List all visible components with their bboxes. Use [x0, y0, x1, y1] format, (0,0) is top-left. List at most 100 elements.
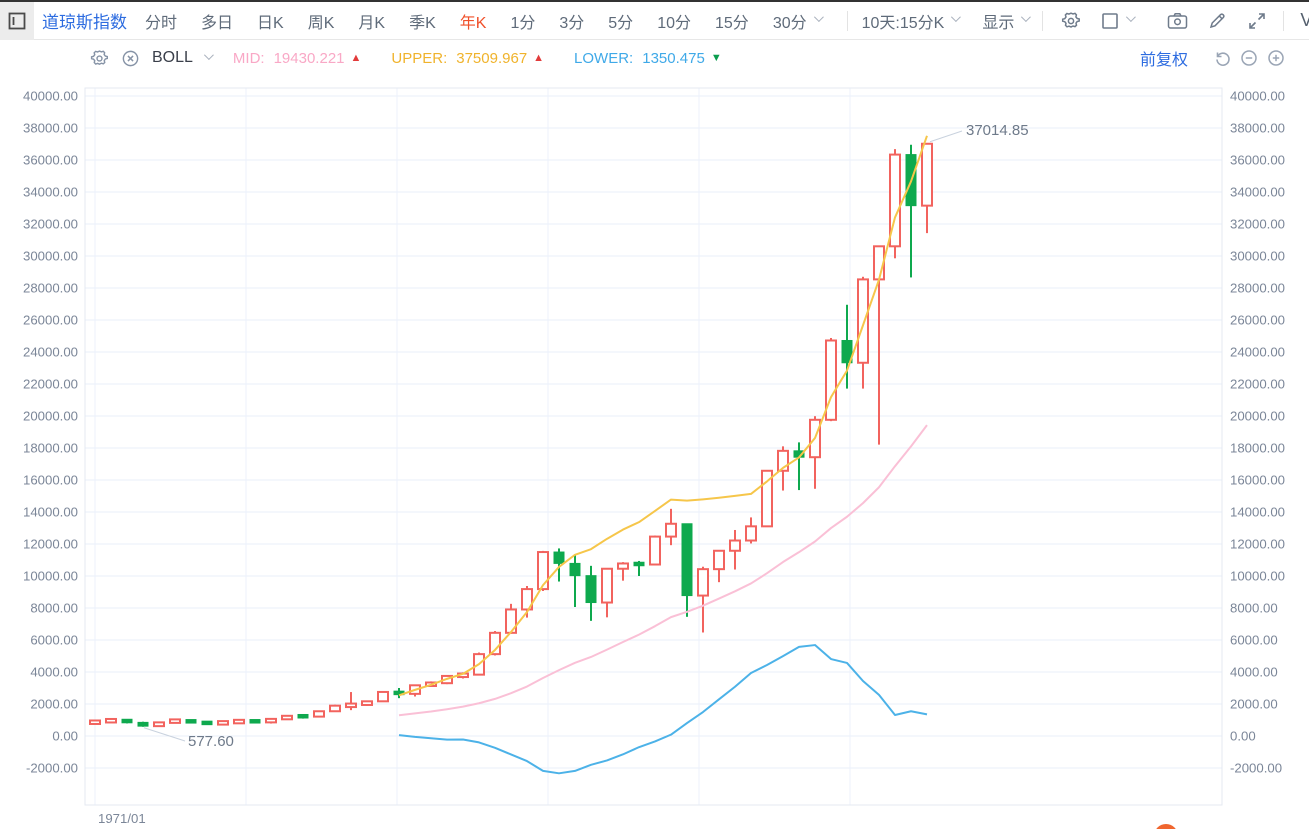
toolbar-divider — [847, 11, 848, 31]
vs-compare-button[interactable]: VS — [1300, 10, 1309, 31]
tab-多日[interactable]: 多日 — [201, 9, 233, 33]
svg-text:16000.00: 16000.00 — [23, 473, 78, 488]
tab-1分[interactable]: 1分 — [510, 9, 535, 33]
svg-text:34000.00: 34000.00 — [23, 185, 78, 200]
candle-1980[interactable] — [234, 720, 244, 724]
candle-1988[interactable] — [362, 701, 372, 706]
toolbar-tools: VS — [1061, 10, 1309, 31]
chevron-down-icon[interactable] — [204, 50, 214, 60]
candle-2006[interactable] — [650, 536, 660, 566]
candle-2023[interactable] — [922, 144, 932, 233]
svg-text:32000.00: 32000.00 — [23, 217, 78, 232]
candle-1974[interactable] — [138, 722, 148, 727]
svg-text:10000.00: 10000.00 — [23, 569, 78, 584]
svg-text:-2000.00: -2000.00 — [26, 761, 78, 776]
tab-分时[interactable]: 分时 — [145, 9, 177, 33]
candle-1972[interactable] — [106, 719, 116, 723]
candle-1977[interactable] — [186, 720, 196, 724]
pencil-icon[interactable] — [1208, 11, 1227, 30]
h-gridlines — [85, 96, 1222, 768]
settings-icon[interactable] — [1061, 11, 1081, 31]
svg-text:38000.00: 38000.00 — [23, 121, 78, 136]
candle-1986[interactable] — [330, 705, 340, 712]
tab-10分[interactable]: 10分 — [657, 9, 691, 33]
floating-logo[interactable] — [1154, 824, 1178, 829]
candle-1983[interactable] — [282, 716, 292, 720]
indicator-remove-icon[interactable] — [121, 49, 140, 68]
svg-text:38000.00: 38000.00 — [1230, 121, 1285, 136]
candle-1979[interactable] — [218, 721, 228, 725]
symbol-name[interactable]: 道琼斯指数 — [42, 8, 127, 33]
triangle-up-icon: ▲ — [533, 52, 544, 64]
svg-text:32000.00: 32000.00 — [1230, 217, 1285, 232]
svg-text:36000.00: 36000.00 — [1230, 153, 1285, 168]
high-annotation: 37014.85 — [966, 122, 1029, 139]
candle-1982[interactable] — [266, 719, 276, 724]
candle-1978[interactable] — [202, 721, 212, 725]
candle-2022[interactable] — [906, 145, 916, 278]
candle-1981[interactable] — [250, 720, 260, 724]
svg-text:4000.00: 4000.00 — [30, 665, 78, 680]
candle-2007[interactable] — [666, 509, 676, 545]
svg-text:18000.00: 18000.00 — [23, 441, 78, 456]
candle-1984[interactable] — [298, 714, 308, 718]
tab-multi-day-k[interactable]: 10天:15分K — [862, 9, 959, 33]
tab-季K[interactable]: 季K — [409, 9, 436, 33]
fullscreen-icon[interactable] — [1247, 11, 1267, 31]
svg-text:34000.00: 34000.00 — [1230, 185, 1285, 200]
svg-text:28000.00: 28000.00 — [1230, 281, 1285, 296]
candle-2002[interactable] — [586, 566, 596, 621]
candle-1985[interactable] — [314, 711, 324, 716]
candle-1987[interactable] — [346, 692, 356, 710]
candle-2011[interactable] — [730, 530, 740, 570]
candle-2015[interactable] — [794, 442, 804, 490]
candle-2003[interactable] — [602, 569, 612, 618]
low-annotation: 577.60 — [188, 733, 234, 750]
indicator-name[interactable]: BOLL — [152, 49, 193, 67]
boll-field-0: MID:19430.221▲ — [233, 50, 361, 67]
candle-1973[interactable] — [122, 719, 132, 723]
tab-15分[interactable]: 15分 — [715, 9, 749, 33]
tab-5分[interactable]: 5分 — [608, 9, 633, 33]
candle-2001[interactable] — [570, 555, 580, 607]
tab-3分[interactable]: 3分 — [559, 9, 584, 33]
sidebar-toggle-icon[interactable] — [0, 2, 34, 40]
toolbar-divider — [1042, 11, 1043, 31]
tab-年K[interactable]: 年K — [460, 9, 487, 33]
candles — [90, 144, 932, 727]
chevron-down-icon — [951, 12, 961, 22]
svg-text:30000.00: 30000.00 — [23, 249, 78, 264]
candle-2008[interactable] — [682, 524, 692, 617]
candle-1989[interactable] — [378, 691, 388, 701]
candle-2004[interactable] — [618, 562, 628, 581]
tab-30分[interactable]: 30分 — [773, 9, 821, 33]
indicator-settings-icon[interactable] — [90, 49, 109, 68]
candle-1971[interactable] — [90, 720, 100, 724]
svg-text:26000.00: 26000.00 — [1230, 313, 1285, 328]
svg-text:16000.00: 16000.00 — [1230, 473, 1285, 488]
candle-2012[interactable] — [746, 517, 756, 543]
svg-text:22000.00: 22000.00 — [1230, 377, 1285, 392]
layout-square-icon[interactable] — [1101, 12, 1133, 30]
tab-月K[interactable]: 月K — [358, 9, 385, 33]
tab-日K[interactable]: 日K — [257, 9, 284, 33]
candle-1975[interactable] — [154, 722, 164, 726]
svg-text:28000.00: 28000.00 — [23, 281, 78, 296]
svg-text:26000.00: 26000.00 — [23, 313, 78, 328]
camera-icon[interactable] — [1167, 11, 1188, 31]
svg-text:36000.00: 36000.00 — [23, 153, 78, 168]
candlestick-chart: 40000.0038000.0036000.0034000.0032000.00… — [0, 0, 1309, 829]
svg-text:2000.00: 2000.00 — [30, 697, 78, 712]
candle-2021[interactable] — [890, 149, 900, 258]
candle-2005[interactable] — [634, 561, 644, 576]
main-toolbar: 道琼斯指数 分时多日日K 周K 月K 季K 年K 1分 3分 5分 10分 15分 30分 10天:… — [0, 2, 1309, 40]
svg-text:12000.00: 12000.00 — [23, 537, 78, 552]
candle-2010[interactable] — [714, 550, 724, 582]
svg-text:0.00: 0.00 — [52, 729, 78, 744]
svg-text:-2000.00: -2000.00 — [1230, 761, 1282, 776]
candle-1976[interactable] — [170, 719, 180, 723]
svg-text:14000.00: 14000.00 — [23, 505, 78, 520]
chevron-down-icon — [814, 12, 824, 22]
tab-周K[interactable]: 周K — [308, 9, 335, 33]
display-menu[interactable]: 显示 — [982, 9, 1028, 33]
